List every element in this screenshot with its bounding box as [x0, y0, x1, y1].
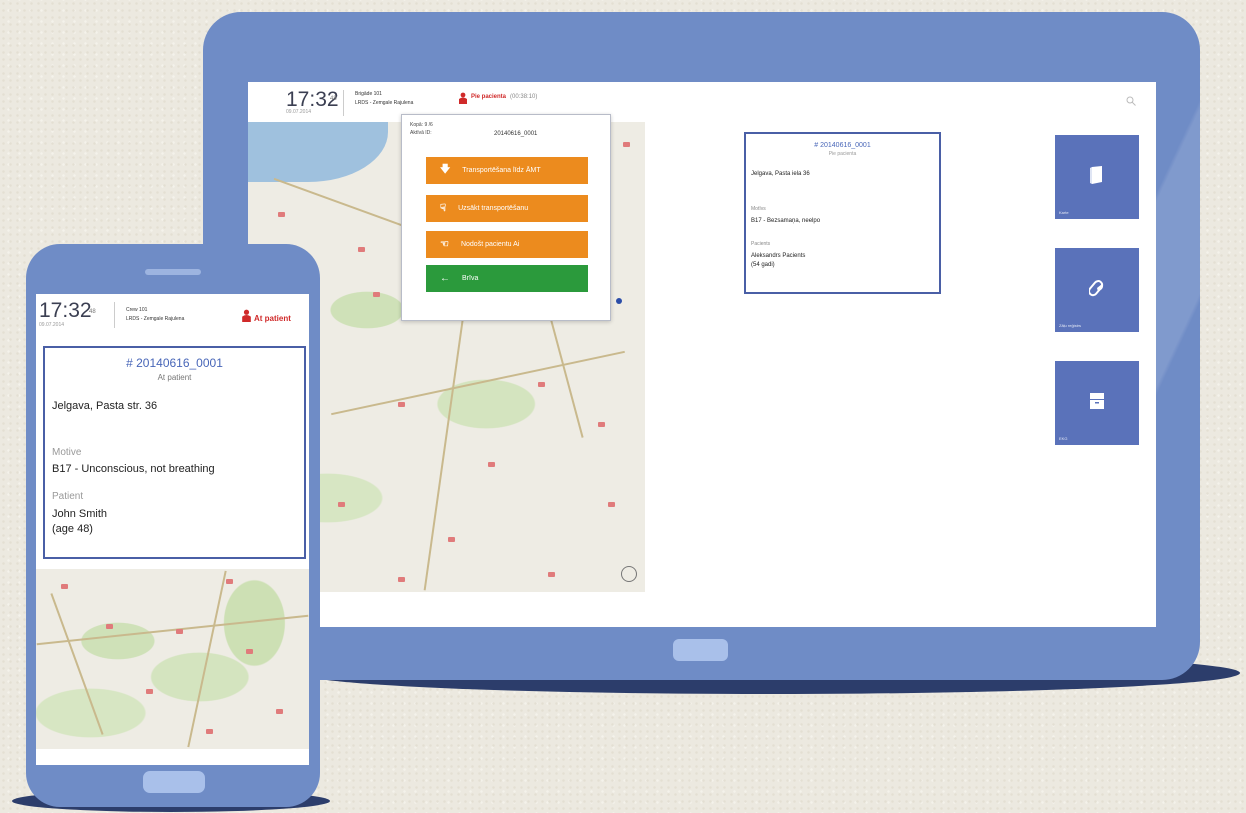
map-logo-icon	[621, 566, 637, 582]
tablet-header: 17:32 48 09.07.2014 Brigāde 101 LRDS - Z…	[248, 82, 1156, 122]
crew-name: Brigāde 101	[355, 91, 382, 97]
popup-active-label: Aktīvā ID:	[410, 130, 432, 136]
status-label: Pie pacienta (00:38:10)	[471, 94, 538, 100]
free-button[interactable]: ← Brīva	[426, 265, 588, 292]
pill-icon	[1089, 280, 1104, 297]
crew-info: Brigāde 101 LRDS - Zemgale Rajulena	[355, 90, 413, 108]
call-status: At patient	[157, 373, 192, 382]
crew-station: LRDS - Zemgale Rajulena	[126, 316, 185, 322]
book-icon	[1090, 166, 1102, 184]
search-icon[interactable]	[1126, 96, 1136, 106]
status-time: (00:38:10)	[510, 94, 538, 100]
arrow-left-icon: ←	[440, 273, 450, 284]
location-marker[interactable]	[616, 298, 622, 304]
patient-age: (54 gadi)	[751, 262, 775, 268]
clock-seconds: 48	[89, 309, 96, 315]
clock-time: 17:32	[39, 299, 92, 322]
call-id: # 20140616_0001	[814, 142, 871, 149]
call-address: Jelgava, Pasta iela 36	[751, 171, 810, 177]
crew-info: Crew 101 LRDS - Zemgale Rajulena	[126, 306, 184, 324]
clock-date: 09.07.2014	[286, 109, 312, 115]
tablet-home-button[interactable]	[673, 639, 728, 661]
start-transport-button[interactable]: ☟ Uzsākt transportēšanu	[426, 195, 588, 222]
motive-label: Motive	[52, 447, 82, 458]
tablet-device: 17:32 48 09.07.2014 Brigāde 101 LRDS - Z…	[203, 12, 1200, 680]
tile-map[interactable]: Karte	[1055, 135, 1139, 219]
popup-call-id: 20140616_0001	[494, 131, 538, 137]
status-popup: Kopā: 9 /6 Aktīvā ID: 20140616_0001 🡇 Tr…	[401, 114, 611, 321]
call-card[interactable]: # 20140616_0001 Pie pacienta Jelgava, Pa…	[744, 132, 941, 294]
archive-icon	[1090, 393, 1104, 409]
patient-label: Pacients	[751, 241, 771, 247]
phone-screen: 17:32 48 09.07.2014 Crew 101 LRDS - Zemg…	[36, 294, 309, 765]
tablet-screen: 17:32 48 09.07.2014 Brigāde 101 LRDS - Z…	[248, 82, 1156, 627]
header-divider	[114, 302, 115, 328]
handover-patient-button[interactable]: ☜ Nodošt pacientu Ai	[426, 231, 588, 258]
call-card[interactable]: # 20140616_0001 At patient Jelgava, Past…	[43, 346, 306, 559]
call-status: Pie pacienta	[828, 151, 857, 157]
clock-date: 09.07.2014	[39, 322, 65, 328]
patient-label: Patient	[52, 491, 84, 502]
crew-name: Crew 101	[126, 307, 148, 313]
person-icon	[459, 92, 467, 104]
transport-to-hospital-button[interactable]: 🡇 Transportēšana līdz ĀMT	[426, 157, 588, 184]
motive-label: Motīvs	[751, 206, 766, 212]
phone-device: 17:32 48 09.07.2014 Crew 101 LRDS - Zemg…	[26, 244, 320, 807]
header-divider	[343, 90, 344, 116]
phone-map[interactable]	[36, 569, 309, 749]
phone-speaker	[145, 269, 201, 275]
patient-name: John Smith	[52, 508, 108, 520]
hand-down-icon: ☟	[440, 203, 447, 214]
status-label: At patient	[254, 314, 291, 323]
patient-name: Aleksandrs Pacients	[751, 253, 806, 259]
phone-home-button[interactable]	[143, 771, 205, 793]
call-id: # 20140616_0001	[126, 356, 223, 370]
motive-value: B17 - Bezsamaņa, neelpo	[751, 218, 821, 224]
patient-age: (age 48)	[52, 523, 93, 535]
arrow-down-icon: 🡇	[440, 164, 451, 175]
sea-area	[248, 122, 388, 182]
call-address: Jelgava, Pasta str. 36	[52, 400, 158, 412]
clock-seconds: 48	[330, 96, 337, 102]
person-icon	[242, 309, 251, 322]
crew-station: LRDS - Zemgale Rajulena	[355, 100, 414, 106]
hand-pointer-icon: ☜	[440, 239, 449, 250]
popup-count: Kopā: 9 /6	[410, 122, 433, 128]
motive-value: B17 - Unconscious, not breathing	[52, 463, 215, 475]
tile-ekg[interactable]: EKG	[1055, 361, 1139, 445]
tile-medicine-registry[interactable]: Zāļu reģistrs	[1055, 248, 1139, 332]
